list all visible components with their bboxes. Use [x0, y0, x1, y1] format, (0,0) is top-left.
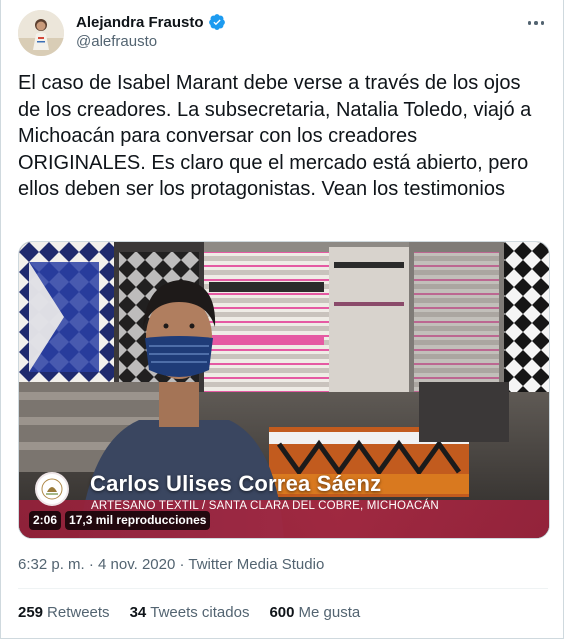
likes-label: Me gusta [298, 604, 361, 621]
dot [540, 21, 545, 25]
quotes-label: Tweets citados [150, 604, 250, 621]
dot [527, 21, 532, 25]
display-name[interactable]: Alejandra Frausto [76, 14, 204, 31]
tweet-meta: 6:32 p. m. · 4 nov. 2020 · Twitter Media… [18, 556, 324, 573]
retweets-stat[interactable]: 259 Retweets [18, 604, 110, 621]
more-dots-icon[interactable] [525, 14, 547, 32]
source-link[interactable]: Twitter Media Studio [188, 556, 324, 573]
avatar[interactable] [18, 10, 64, 56]
video-duration: 2:06 [29, 511, 62, 530]
handle[interactable]: @alefrausto [76, 33, 226, 50]
verified-badge-icon [208, 14, 225, 30]
likes-count: 600 [269, 604, 295, 621]
video-player[interactable]: Carlos Ulises Correa Sáenz ARTESANO TEXT… [18, 241, 550, 539]
quotes-stat[interactable]: 34 Tweets citados [130, 604, 250, 621]
divider [18, 588, 548, 589]
quotes-count: 34 [129, 604, 147, 621]
timestamp[interactable]: 6:32 p. m. · 4 nov. 2020 [18, 556, 175, 573]
video-views: 17,3 mil reproducciones [65, 511, 211, 530]
avatar-image [18, 10, 64, 56]
name-row: Alejandra Frausto [76, 12, 226, 32]
retweets-label: Retweets [47, 604, 110, 621]
dot [534, 21, 538, 25]
meta-separator: · [175, 556, 189, 573]
likes-stat[interactable]: 600 Me gusta [269, 604, 360, 621]
lower-third-name: Carlos Ulises Correa Sáenz [90, 471, 382, 496]
tweet-text: El caso de Isabel Marant debe verse a tr… [18, 72, 532, 200]
author-info: Alejandra Frausto @alefrausto [76, 12, 226, 50]
tweet-card: Alejandra Frausto @alefrausto El caso de… [0, 0, 564, 639]
video-badges: 2:06 17,3 mil reproducciones [29, 511, 211, 530]
tweet-stats: 259 Retweets 34 Tweets citados 600 Me gusta [18, 604, 360, 621]
retweets-count: 259 [18, 604, 44, 621]
government-seal-icon [35, 472, 69, 506]
